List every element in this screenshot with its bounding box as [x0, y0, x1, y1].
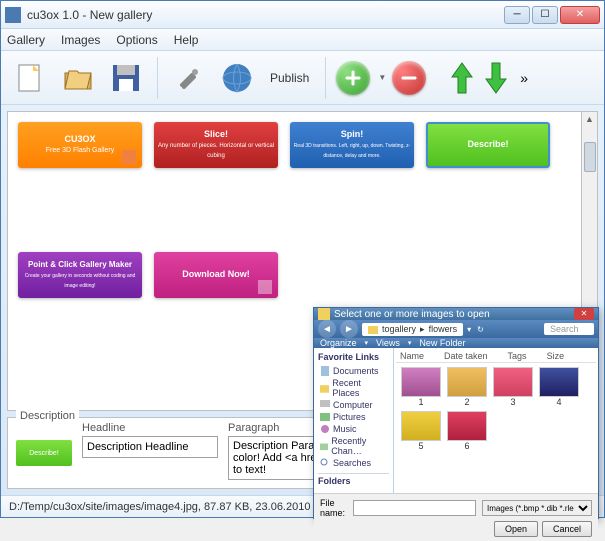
dialog-body: Favorite Links Documents Recent Places C… [314, 348, 598, 493]
folder-icon [368, 324, 378, 334]
dialog-navbar: ◄ ► togallery ▸ flowers ▾ ↻ Search [314, 320, 598, 338]
add-button[interactable] [336, 61, 370, 95]
menu-help[interactable]: Help [174, 33, 199, 47]
app-icon [5, 7, 21, 23]
open-button[interactable] [57, 57, 99, 99]
gallery-item-selected[interactable]: Describe! [426, 122, 550, 168]
file-thumbnail[interactable]: 5 [400, 411, 442, 451]
file-thumbnail[interactable]: 1 [400, 367, 442, 407]
open-button[interactable]: Open [494, 521, 538, 537]
toolbar-overflow-icon[interactable]: » [516, 70, 532, 86]
new-folder-button[interactable]: New Folder [419, 338, 465, 348]
minimize-button[interactable]: ─ [504, 6, 530, 24]
file-thumbnail[interactable]: 2 [446, 367, 488, 407]
cancel-button[interactable]: Cancel [542, 521, 592, 537]
refresh-icon[interactable]: ↻ [477, 325, 484, 334]
nav-forward-button[interactable]: ► [340, 320, 358, 338]
move-up-button[interactable] [448, 59, 476, 97]
crumb-dropdown-icon[interactable]: ▾ [467, 325, 471, 334]
publish-button[interactable] [216, 57, 258, 99]
gallery-item[interactable]: Spin!Real 3D transitions. Left, right, u… [290, 122, 414, 168]
settings-button[interactable] [168, 57, 210, 99]
titlebar: cu3ox 1.0 - New gallery ─ ☐ ✕ [1, 1, 604, 29]
sidebar-item-searches[interactable]: Searches [318, 457, 389, 469]
sidebar-item-music[interactable]: Music [318, 423, 389, 435]
dialog-close-button[interactable]: ✕ [574, 308, 594, 320]
app-window: cu3ox 1.0 - New gallery ─ ☐ ✕ Gallery Im… [0, 0, 605, 518]
sidebar-header: Favorite Links [318, 352, 389, 362]
description-thumbnail: Describe! [16, 440, 72, 466]
save-button[interactable] [105, 57, 147, 99]
toolbar: Publish ▼ » [1, 51, 604, 105]
filename-input[interactable] [353, 500, 476, 516]
scroll-thumb[interactable] [584, 142, 596, 172]
nav-back-button[interactable]: ◄ [318, 320, 336, 338]
scroll-up-icon[interactable]: ▲ [583, 112, 596, 126]
sidebar-folders-header[interactable]: Folders [318, 473, 389, 486]
content-area: CU3OXFree 3D Flash Gallery Slice!Any num… [1, 105, 604, 417]
sidebar-item-recent[interactable]: Recent Places [318, 377, 389, 399]
headline-label: Headline [82, 422, 218, 434]
close-button[interactable]: ✕ [560, 6, 600, 24]
file-thumbnail[interactable]: 6 [446, 411, 488, 451]
menu-gallery[interactable]: Gallery [7, 33, 45, 47]
add-dropdown-icon[interactable]: ▼ [378, 73, 386, 82]
new-button[interactable] [9, 57, 51, 99]
description-section-label: Description [16, 410, 79, 422]
dialog-sidebar: Favorite Links Documents Recent Places C… [314, 348, 394, 493]
dialog-bottom: File name: Images (*.bmp *.dib *.rle *.j… [314, 493, 598, 541]
file-thumbnail[interactable]: 4 [538, 367, 580, 407]
window-title: cu3ox 1.0 - New gallery [27, 8, 504, 22]
dialog-file-list: Name Date taken Tags Size 1234 56 [394, 348, 598, 493]
publish-label[interactable]: Publish [270, 71, 309, 85]
dialog-icon [318, 308, 330, 320]
maximize-button[interactable]: ☐ [532, 6, 558, 24]
file-filter-select[interactable]: Images (*.bmp *.dib *.rle *.jpg * [482, 500, 592, 516]
sidebar-item-documents[interactable]: Documents [318, 365, 389, 377]
gallery-item[interactable]: Slice!Any number of pieces. Horizontal o… [154, 122, 278, 168]
gallery-item[interactable]: CU3OXFree 3D Flash Gallery [18, 122, 142, 168]
dialog-search-input[interactable]: Search [544, 323, 594, 335]
views-menu[interactable]: Views [376, 338, 400, 348]
dialog-title: Select one or more images to open [334, 309, 574, 320]
breadcrumb[interactable]: togallery ▸ flowers [362, 323, 463, 336]
remove-button[interactable] [392, 61, 426, 95]
thumbnails-grid: CU3OXFree 3D Flash Gallery Slice!Any num… [8, 112, 581, 308]
menu-options[interactable]: Options [116, 33, 157, 47]
file-thumbnail[interactable]: 3 [492, 367, 534, 407]
menu-images[interactable]: Images [61, 33, 100, 47]
gallery-item[interactable]: Download Now! [154, 252, 278, 298]
column-headers[interactable]: Name Date taken Tags Size [396, 350, 596, 363]
sidebar-item-recently-changed[interactable]: Recently Chan… [318, 435, 389, 457]
move-down-button[interactable] [482, 59, 510, 97]
dialog-toolbar: Organize▾ Views▾ New Folder [314, 338, 598, 348]
sidebar-item-computer[interactable]: Computer [318, 399, 389, 411]
dialog-titlebar: Select one or more images to open ✕ [314, 308, 598, 320]
headline-input[interactable] [82, 436, 218, 458]
file-open-dialog: Select one or more images to open ✕ ◄ ► … [313, 307, 599, 519]
menubar: Gallery Images Options Help [1, 29, 604, 51]
organize-menu[interactable]: Organize [320, 338, 357, 348]
sidebar-item-pictures[interactable]: Pictures [318, 411, 389, 423]
gallery-item[interactable]: Point & Click Gallery MakerCreate your g… [18, 252, 142, 298]
filename-label: File name: [320, 498, 347, 518]
